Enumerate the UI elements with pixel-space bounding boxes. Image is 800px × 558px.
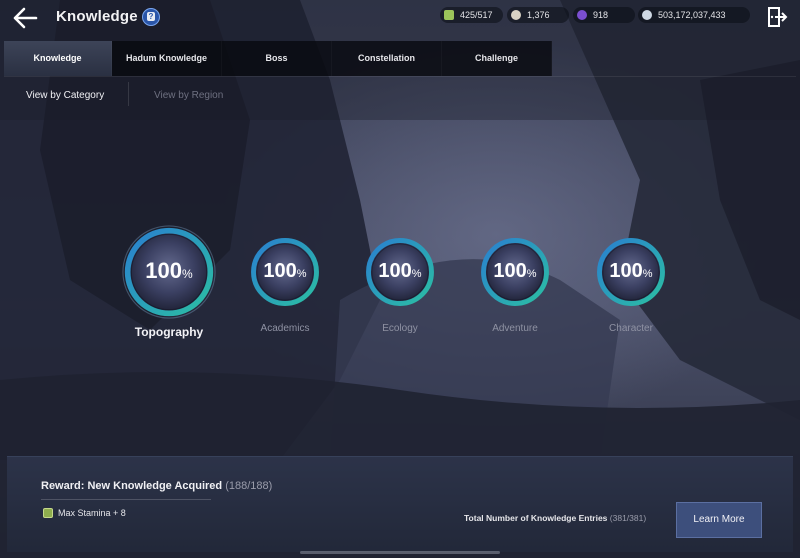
total-entries-label: Total Number of Knowledge Entries [464, 513, 608, 523]
tab-divider [4, 76, 796, 77]
category-percent-value: 100 [493, 260, 527, 282]
reward-title-text: Reward: New Knowledge Acquired [41, 480, 223, 492]
back-arrow-icon[interactable] [12, 6, 38, 30]
energy-icon [444, 10, 454, 20]
stamina-icon [43, 508, 53, 518]
tab-hadum-knowledge[interactable]: Hadum Knowledge [112, 41, 222, 76]
subtab-separator [128, 82, 129, 106]
reward-divider [41, 499, 211, 500]
currency-pearl: 1,376 [507, 7, 569, 23]
reward-item: Max Stamina + 8 [43, 507, 126, 519]
category-percent-unit: % [411, 268, 422, 280]
top-bar: Knowledge ? 425/517 1,376 918 503,172,03… [0, 0, 800, 36]
subtab-view-by-region[interactable]: View by Region [154, 88, 223, 104]
category-percent-value: 100 [263, 260, 297, 282]
crystal-icon [577, 10, 587, 20]
help-icon: ? [147, 12, 155, 21]
category-percent: 100% [365, 260, 435, 283]
currency-crystal-value: 918 [593, 10, 609, 20]
category-percent: 100% [596, 260, 666, 283]
category-percent: 100% [122, 258, 216, 284]
category-label: Academics [260, 323, 310, 334]
main-tabs: Knowledge Hadum Knowledge Boss Constella… [4, 41, 552, 76]
category-topography[interactable]: 100% Topography [122, 225, 216, 339]
silver-icon [642, 10, 652, 20]
page-title: Knowledge [56, 8, 138, 25]
currency-energy-value: 425/517 [460, 10, 493, 20]
tab-challenge[interactable]: Challenge [442, 41, 552, 76]
reward-count: (188/188) [225, 480, 273, 492]
category-character[interactable]: 100% Character [596, 237, 666, 334]
category-percent-unit: % [526, 268, 537, 280]
tab-boss[interactable]: Boss [222, 41, 332, 76]
exit-door-icon[interactable] [766, 6, 788, 28]
help-button[interactable]: ? [142, 8, 160, 26]
pearl-icon [511, 10, 521, 20]
currency-pearl-value: 1,376 [527, 10, 550, 20]
learn-more-button[interactable]: Learn More [676, 502, 762, 538]
category-percent-unit: % [642, 268, 653, 280]
category-percent-value: 100 [378, 260, 412, 282]
tab-constellation[interactable]: Constellation [332, 41, 442, 76]
category-label: Adventure [492, 323, 538, 334]
category-ecology[interactable]: 100% Ecology [365, 237, 435, 334]
reward-title: Reward: New Knowledge Acquired (188/188) [41, 480, 272, 492]
tab-knowledge[interactable]: Knowledge [4, 41, 112, 76]
home-indicator [300, 551, 500, 554]
category-academics[interactable]: 100% Academics [250, 237, 320, 334]
subtab-view-by-category[interactable]: View by Category [26, 88, 104, 104]
category-percent-unit: % [182, 267, 193, 281]
reward-item-text: Max Stamina + 8 [58, 508, 126, 518]
category-label: Ecology [382, 323, 418, 334]
total-entries-count: (381/381) [609, 513, 647, 523]
category-percent-unit: % [296, 268, 307, 280]
category-percent: 100% [250, 260, 320, 283]
category-percent-value: 100 [145, 258, 183, 283]
category-percent: 100% [480, 260, 550, 283]
total-entries: Total Number of Knowledge Entries (381/3… [464, 513, 646, 523]
category-percent-value: 100 [609, 260, 643, 282]
currency-silver-value: 503,172,037,433 [658, 10, 726, 20]
currency-crystal: 918 [573, 7, 635, 23]
currency-silver: 503,172,037,433 [638, 7, 750, 23]
category-adventure[interactable]: 100% Adventure [480, 237, 550, 334]
currency-energy: 425/517 [440, 7, 503, 23]
category-label: Character [609, 323, 653, 334]
reward-panel: Reward: New Knowledge Acquired (188/188)… [7, 456, 793, 552]
